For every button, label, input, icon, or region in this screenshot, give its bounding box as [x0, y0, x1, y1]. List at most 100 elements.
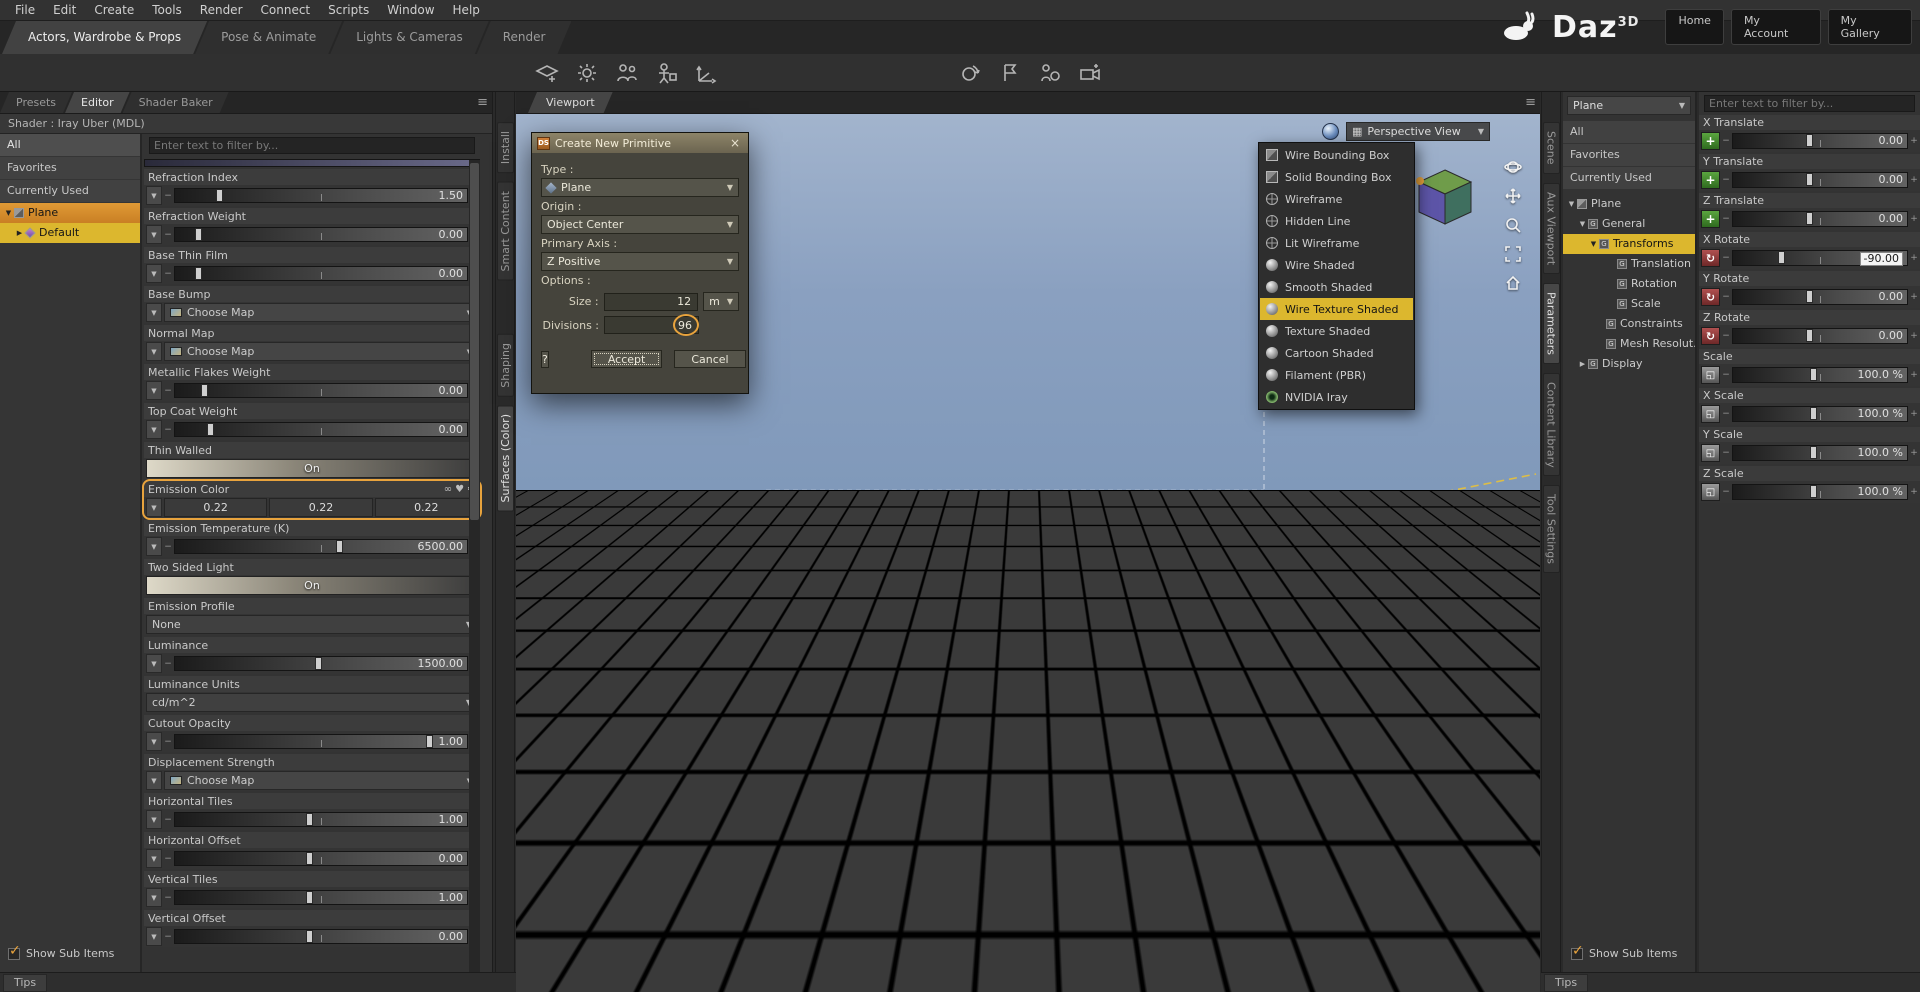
drawstyle-menu-item[interactable]: Smooth Shaded — [1260, 276, 1413, 298]
value-bar[interactable] — [1025, 578, 1044, 776]
color-swatch[interactable] — [732, 649, 754, 664]
color-swatch[interactable] — [732, 630, 754, 645]
color-swatch[interactable] — [680, 630, 702, 645]
dock-tab[interactable]: Surfaces (Color) — [496, 405, 514, 512]
render-figure-icon[interactable] — [1032, 57, 1068, 89]
color-swatch[interactable] — [628, 668, 650, 683]
expander-icon[interactable]: ▼ — [1577, 214, 1588, 234]
create-plane-icon[interactable] — [529, 57, 565, 89]
unit-select[interactable]: m ▼ — [703, 292, 739, 311]
slider-track[interactable]: 100.0 % — [1732, 406, 1908, 422]
drawstyle-menu-item[interactable]: Wire Bounding Box — [1260, 144, 1413, 166]
color-swatch[interactable] — [602, 592, 624, 607]
drawstyle-menu-item[interactable]: Wire Shaded — [1260, 254, 1413, 276]
spinner-icons[interactable]: ▴ ▾ — [1043, 809, 1053, 823]
nav-button[interactable]: My Gallery — [1827, 9, 1912, 45]
color-swatch[interactable] — [628, 573, 650, 588]
dock-tab[interactable]: Scene — [1542, 122, 1560, 174]
slider-increment[interactable]: + — [1910, 136, 1918, 146]
parameter-slider[interactable]: −0.00+ — [164, 420, 478, 439]
slider-track[interactable]: 0.00 — [1732, 133, 1908, 149]
drawstyle-menu-item[interactable]: Wire Texture Shaded — [1260, 298, 1413, 320]
slider-decrement[interactable]: − — [164, 425, 172, 435]
category-row[interactable]: All — [1563, 121, 1695, 143]
slider-decrement[interactable]: − — [164, 932, 172, 942]
slider-value[interactable]: 0.00 — [1879, 173, 1904, 187]
spinner-icons[interactable]: ▴ ▾ — [947, 809, 957, 823]
menu-item[interactable]: Window — [378, 0, 443, 21]
color-swatch[interactable] — [706, 630, 728, 645]
add-figure-icon[interactable] — [649, 57, 685, 89]
slider-increment[interactable]: + — [1910, 214, 1918, 224]
color-swatch[interactable] — [758, 800, 780, 815]
color-swatch[interactable] — [758, 611, 780, 626]
color-swatch[interactable] — [654, 649, 676, 664]
cancel-button[interactable]: Cancel — [674, 350, 746, 368]
tree-row[interactable]: Translation — [1563, 254, 1695, 274]
red-field[interactable]: 128 ▴ ▾ — [1008, 786, 1054, 803]
color-swatch[interactable] — [602, 573, 624, 588]
color-swatch[interactable] — [732, 611, 754, 626]
menu-item[interactable]: Scripts — [319, 0, 378, 21]
color-swatch[interactable] — [680, 592, 702, 607]
color-swatch[interactable] — [654, 611, 676, 626]
category-row[interactable]: Currently Used — [1563, 167, 1695, 189]
slider-decrement[interactable]: − — [164, 386, 172, 396]
link-icon[interactable]: ∞ — [444, 484, 452, 495]
color-swatch[interactable] — [758, 573, 780, 588]
parameter-color-values[interactable]: 0.22 0.22 0.22 — [164, 498, 478, 517]
category-row[interactable]: Favorites — [0, 157, 140, 179]
color-swatch[interactable] — [576, 611, 598, 626]
chevron-down-icon[interactable]: ▼ — [146, 732, 162, 751]
tree-row[interactable]: ▼ General — [1563, 214, 1695, 234]
color-swatch[interactable] — [758, 630, 780, 645]
slider-decrement[interactable]: − — [1722, 253, 1730, 263]
tips-label[interactable]: Tips — [3, 973, 48, 992]
close-icon[interactable]: × — [727, 136, 743, 150]
slider-decrement[interactable]: − — [1722, 175, 1730, 185]
main-tab[interactable]: Actors, Wardrobe & Props — [2, 21, 207, 54]
scrollbar[interactable] — [469, 160, 480, 972]
parameter-slider[interactable]: −1500.00+ — [164, 654, 478, 673]
color-swatch[interactable] — [628, 630, 650, 645]
slider-handle[interactable] — [195, 267, 203, 280]
color-swatch[interactable] — [576, 573, 598, 588]
parameter-slider[interactable]: −6500.00+ — [164, 537, 478, 556]
color-swatch[interactable] — [732, 781, 754, 796]
pane-tab[interactable]: Shader Baker — [123, 92, 229, 113]
slider-track[interactable]: 0.00 — [1732, 289, 1908, 305]
filter-input[interactable] — [149, 137, 475, 154]
color-swatch[interactable] — [758, 668, 780, 683]
color-swatch[interactable] — [732, 668, 754, 683]
main-tab[interactable]: Render — [477, 21, 572, 54]
parameter-slider[interactable]: −1.00+ — [164, 732, 478, 751]
color-swatch[interactable] — [758, 781, 780, 796]
choose-map-button[interactable]: Choose Map▼ — [164, 771, 478, 790]
slider-handle[interactable] — [1806, 329, 1814, 342]
color-swatch[interactable] — [758, 592, 780, 607]
color-swatch[interactable] — [628, 611, 650, 626]
dock-tab[interactable]: Smart Content — [496, 182, 514, 281]
accept-button[interactable]: Accept — [590, 350, 663, 368]
tree-row[interactable]: ▼ Transforms — [1563, 234, 1695, 254]
slider-value[interactable]: 0.00 — [1879, 134, 1904, 148]
slider-handle[interactable] — [1806, 290, 1814, 303]
slider-value[interactable]: 100.0 % — [1858, 446, 1903, 460]
show-sub-items[interactable]: ✓ Show Sub Items — [1571, 943, 1677, 960]
menu-item[interactable]: Tools — [143, 0, 191, 21]
color-swatch[interactable] — [654, 592, 676, 607]
slider-increment[interactable]: + — [1910, 331, 1918, 341]
drawstyle-menu-item[interactable]: Wireframe — [1260, 188, 1413, 210]
parameter-slider[interactable]: −1.50+ — [164, 186, 478, 205]
color-swatch[interactable] — [654, 800, 676, 815]
slider-value[interactable]: 100.0 % — [1858, 407, 1903, 421]
size-field[interactable]: 12 — [603, 292, 699, 311]
color-swatch[interactable] — [680, 781, 702, 796]
slider-track[interactable]: 0.00 — [174, 227, 468, 242]
color-swatch[interactable] — [680, 573, 702, 588]
slider-handle[interactable] — [306, 813, 314, 826]
pane-tab[interactable]: Editor — [65, 92, 130, 113]
tree-row[interactable]: ▶ Display — [1563, 354, 1695, 374]
slider-handle[interactable] — [1809, 368, 1817, 381]
color-swatch[interactable] — [706, 611, 728, 626]
